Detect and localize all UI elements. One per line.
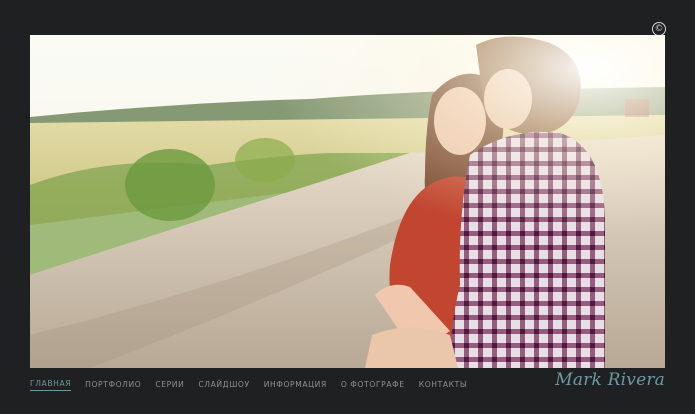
nav-item-portfolio[interactable]: ПОРТФОЛИО — [85, 380, 141, 390]
nav-item-slideshow[interactable]: СЛАЙДШОУ — [198, 380, 249, 390]
nav-item-home[interactable]: ГЛАВНАЯ — [30, 379, 72, 391]
nav-item-contacts[interactable]: КОНТАКТЫ — [419, 380, 467, 390]
nav-item-info[interactable]: ИНФОРМАЦИЯ — [264, 380, 327, 390]
hero-photo — [30, 35, 665, 368]
photographer-signature-logo[interactable]: Mark Rivera — [555, 370, 665, 390]
nav-item-series[interactable]: СЕРИИ — [155, 380, 184, 390]
nav-item-about[interactable]: О ФОТОГРАФЕ — [341, 380, 405, 390]
main-nav: ГЛАВНАЯ ПОРТФОЛИО СЕРИИ СЛАЙДШОУ ИНФОРМА… — [30, 378, 481, 392]
copyright-icon: © — [652, 22, 666, 36]
